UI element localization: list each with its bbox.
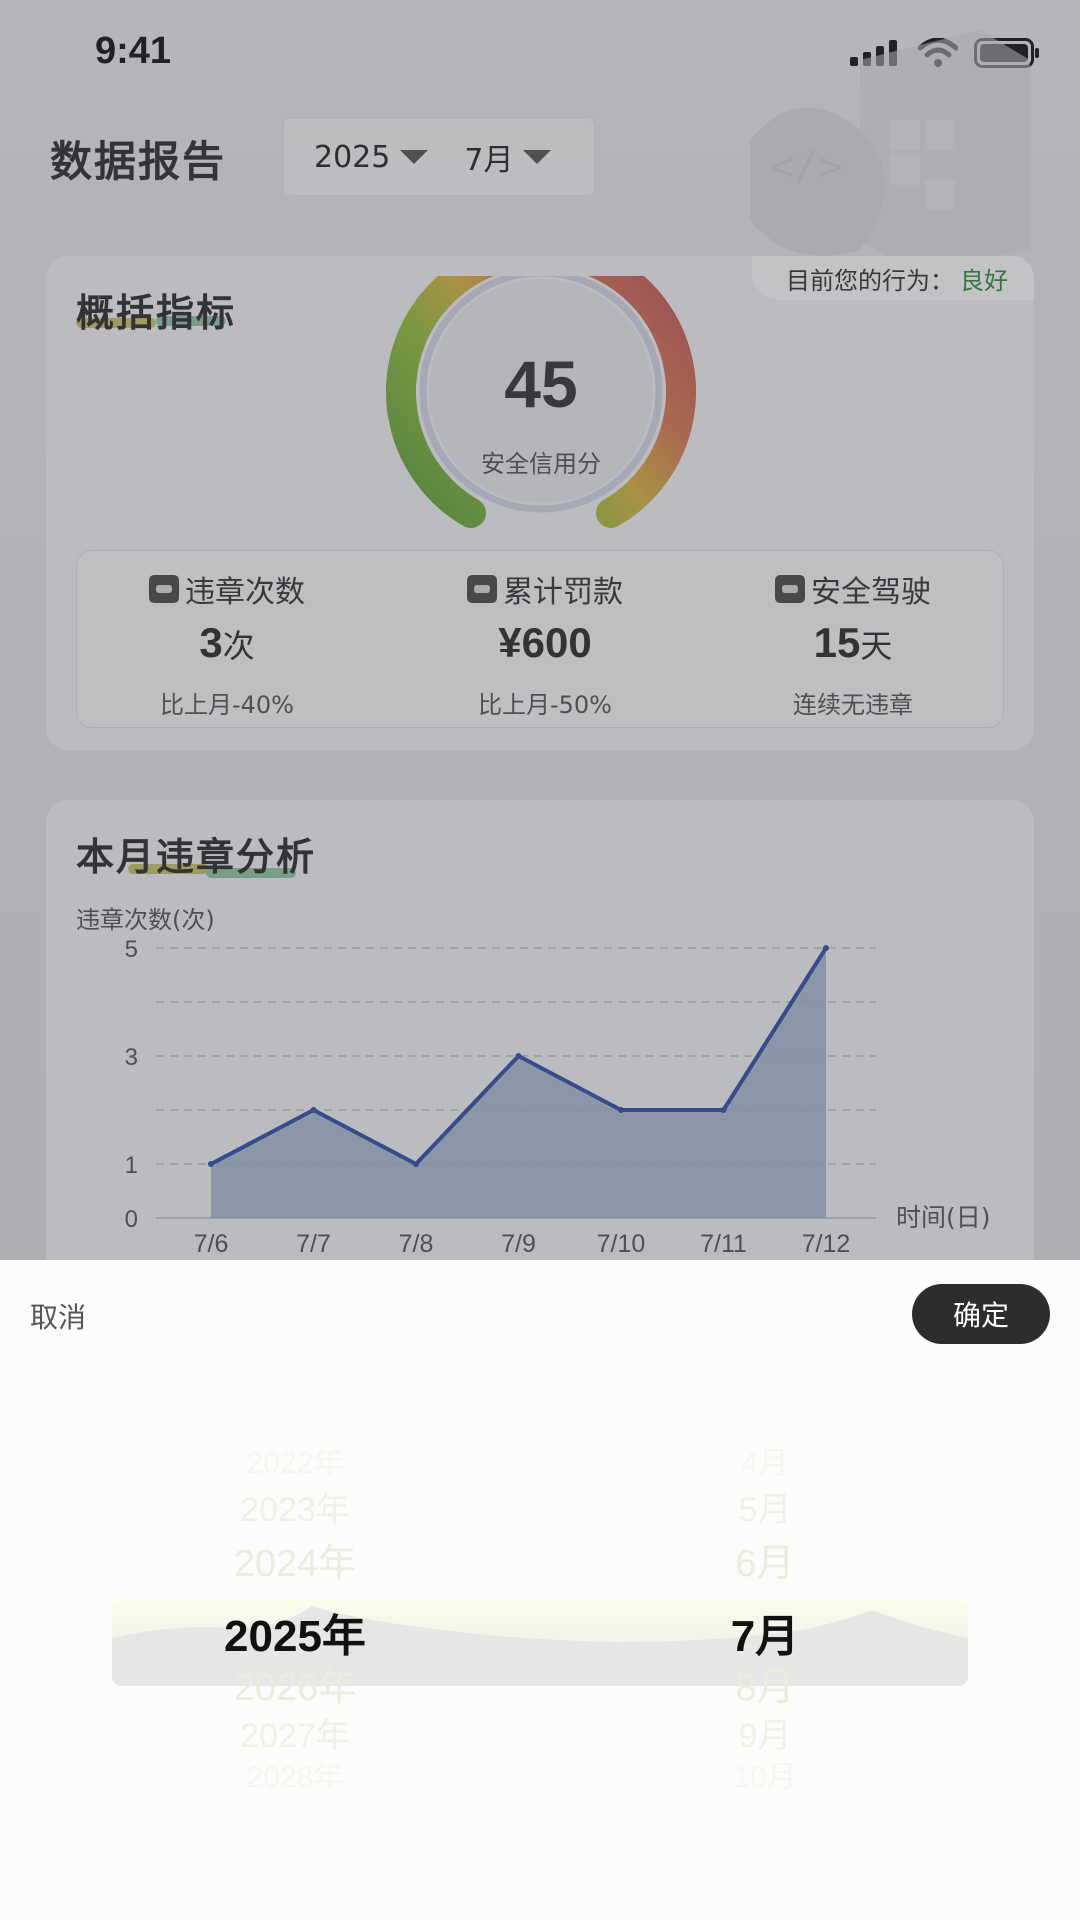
credit-score-value: 45 — [504, 347, 578, 421]
stat-unit: 天 — [860, 627, 893, 665]
chart-point — [823, 945, 829, 951]
violation-chart: 0 1 3 5 7/6 7/7 7/8 7/9 7/10 7/11 7/12 — [125, 936, 876, 1258]
stat-sub: 比上月-50% — [477, 691, 612, 719]
chart-y-tick-label: 0 — [125, 1206, 138, 1233]
chart-point — [310, 1107, 317, 1113]
car-icon — [775, 575, 805, 603]
month-option[interactable]: 6月 — [685, 1532, 845, 1587]
chart-y-tick-label: 5 — [125, 936, 138, 963]
month-option[interactable]: 5月 — [685, 1482, 845, 1531]
chart-area — [211, 948, 826, 1218]
status-time: 9:41 — [95, 30, 172, 72]
caret-down-icon — [400, 150, 429, 164]
month-option[interactable]: 9月 — [685, 1708, 845, 1757]
credit-score-gauge: 45 安全信用分 — [376, 236, 706, 536]
confirm-button[interactable]: 确定 — [912, 1284, 1050, 1344]
chart-point — [413, 1161, 419, 1167]
stat-unit: 次 — [222, 627, 255, 665]
year-option[interactable]: 2023年 — [145, 1482, 445, 1531]
car-icon — [149, 575, 179, 603]
date-selector[interactable]: 2025 7月 — [282, 117, 596, 197]
chart-y-tick-label: 3 — [125, 1044, 138, 1071]
stat-label: 累计罚款 — [503, 575, 623, 610]
year-option[interactable]: 2027年 — [145, 1708, 445, 1757]
analysis-card: 本月违章分析 违章次数(次) 时间(日) 0 1 3 5 7/6 7/7 7/8 7/9 7/1… — [46, 800, 1034, 1260]
month-option[interactable]: 7月 — [685, 1600, 845, 1664]
chart-x-tick-label: 7/7 — [296, 1230, 331, 1258]
year-option[interactable]: 2026年 — [145, 1656, 445, 1711]
date-picker-sheet: 取消 确定 2022年 2023年 2024年 2025年 2026年 2027年 2028… — [0, 1260, 1080, 1920]
behavior-value: 良好 — [960, 266, 1008, 295]
chart-x-tick-label: 7/11 — [700, 1230, 747, 1258]
month-dropdown-label: 7月 — [464, 143, 514, 178]
year-option[interactable]: 2025年 — [145, 1600, 445, 1664]
chart-x-tick-label: 7/9 — [501, 1230, 536, 1258]
chart-x-tick-label: 7/6 — [194, 1230, 229, 1258]
month-dropdown[interactable]: 7月 — [464, 135, 552, 179]
behavior-label: 目前您的行为： — [786, 266, 954, 295]
stat-sub: 比上月-40% — [159, 691, 294, 719]
stat-violations: 违章次数 3次 比上月-40% — [77, 551, 377, 727]
year-dropdown-label: 2025 — [314, 139, 391, 175]
month-option[interactable]: 8月 — [685, 1656, 845, 1711]
chart-x-tick-label: 7/10 — [597, 1230, 646, 1258]
stat-sub: 连续无违章 — [793, 691, 913, 719]
behavior-status-tag: 目前您的行为： 良好 — [752, 256, 1034, 300]
year-dropdown[interactable]: 2025 — [314, 139, 429, 175]
chart-point — [208, 1161, 214, 1167]
page-title: 数据报告 — [50, 137, 227, 186]
chart-y-tick-label: 1 — [125, 1152, 138, 1179]
stat-label: 安全驾驶 — [811, 575, 931, 610]
report-page-background: 9:41 </> 数据报告 2025 7月 概括指标 目前您的行为： 良好 45… — [0, 0, 1080, 1260]
stat-safe-days: 安全驾驶 15天 连续无违章 — [703, 551, 1003, 727]
year-option[interactable]: 2022年 — [145, 1438, 445, 1482]
stat-value: 3 — [199, 619, 223, 666]
overview-title: 概括指标 — [76, 291, 237, 335]
year-option[interactable]: 2028年 — [145, 1752, 445, 1796]
cancel-button[interactable]: 取消 — [30, 1296, 86, 1336]
caret-down-icon — [523, 150, 552, 164]
chart-x-tick-label: 7/12 — [802, 1230, 851, 1258]
stat-label: 违章次数 — [185, 575, 305, 610]
stat-value: 15 — [813, 619, 861, 666]
credit-score-label: 安全信用分 — [481, 450, 601, 478]
chart-x-tick-label: 7/8 — [399, 1230, 434, 1258]
money-bag-icon — [467, 575, 497, 603]
year-option[interactable]: 2024年 — [145, 1532, 445, 1587]
decorative-shield-illustration: </> — [750, 30, 1030, 270]
overview-card: 概括指标 目前您的行为： 良好 45 安全信用分 违章次数 3次 比上月-40%… — [46, 236, 1034, 750]
month-option[interactable]: 10月 — [685, 1752, 845, 1796]
stat-value: ¥600 — [498, 619, 592, 666]
stat-fines: 累计罚款 ¥600 比上月-50% — [395, 551, 695, 727]
chart-point — [720, 1107, 727, 1113]
month-option[interactable]: 4月 — [685, 1438, 845, 1482]
chart-point — [515, 1053, 522, 1059]
chart-point — [618, 1107, 624, 1113]
svg-text:</>: </> — [770, 144, 842, 190]
stats-panel: 违章次数 3次 比上月-40% 累计罚款 ¥600 比上月-50% 安全驾驶 1… — [76, 550, 1004, 728]
